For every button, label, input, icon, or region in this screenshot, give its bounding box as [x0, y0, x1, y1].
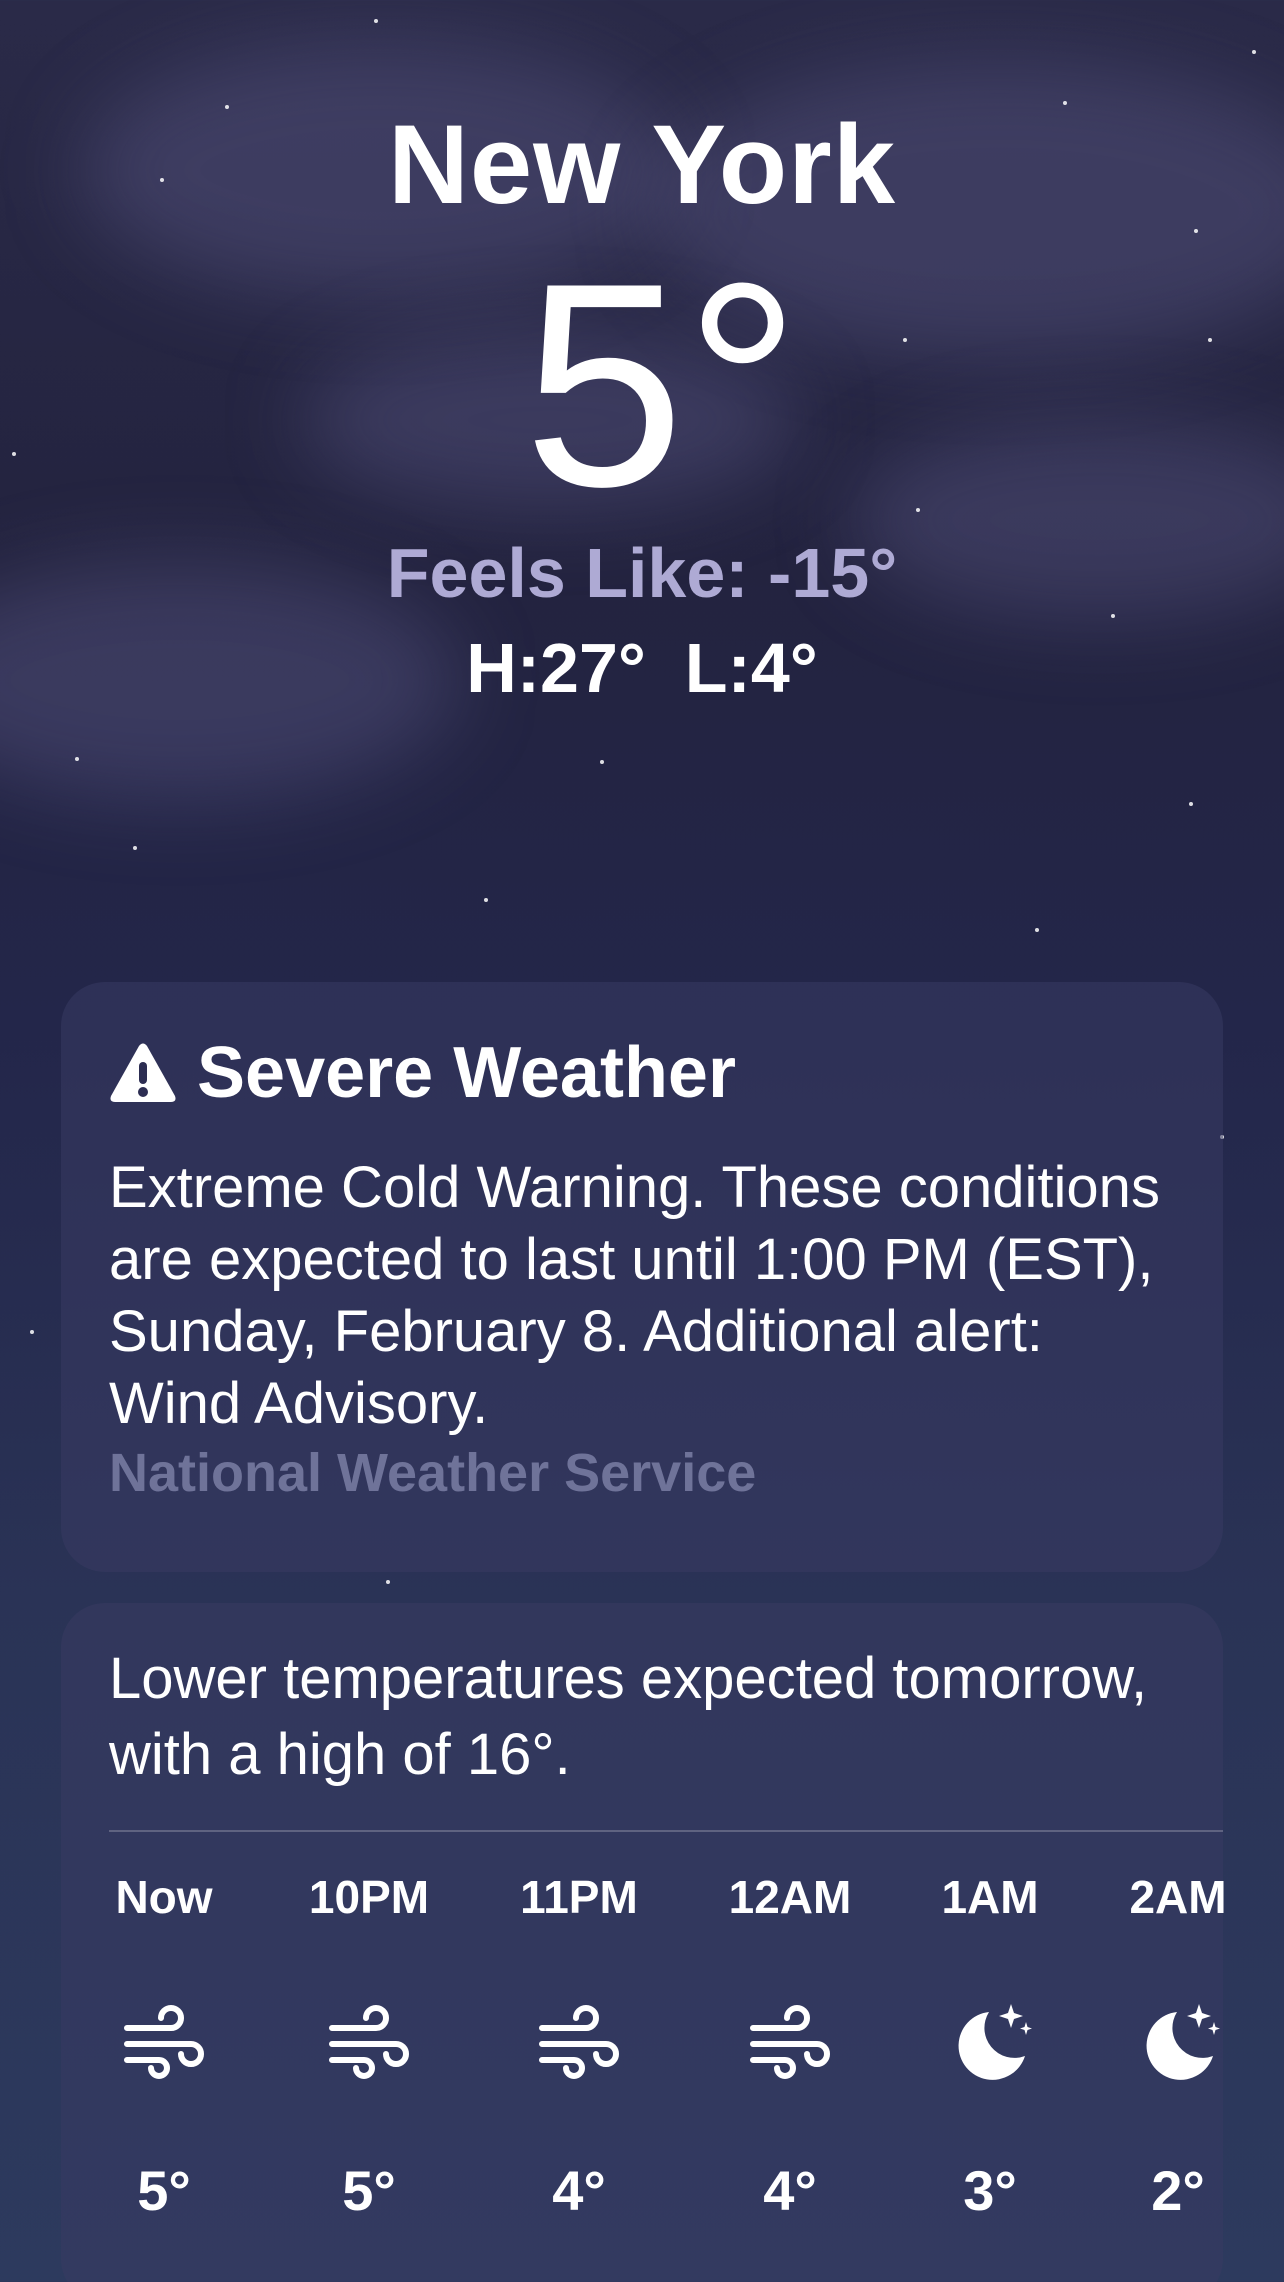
hour-label: Now: [115, 1871, 213, 1923]
hour-temperature: 5°: [137, 2159, 191, 2222]
alert-description: Extreme Cold Warning. These conditions a…: [109, 1155, 1160, 1436]
hour-label: 11PM: [520, 1871, 638, 1923]
moon-stars-icon: [1146, 2004, 1220, 2080]
wind-icon: [539, 2005, 619, 2079]
wind-icon: [124, 2005, 204, 2079]
hour-temperature: 3°: [963, 2159, 1017, 2222]
divider: [109, 1830, 1223, 1832]
hourly-forecast-card[interactable]: Lower temperatures expected tomorrow, wi…: [61, 1603, 1227, 2282]
hour-temperature: 2°: [1151, 2159, 1205, 2222]
feels-like: Feels Like: -15°: [386, 534, 898, 612]
warning-triangle-icon: [110, 1043, 176, 1102]
hour-temperature: 4°: [552, 2159, 606, 2222]
hour-label: 1AM: [941, 1871, 1039, 1923]
hour-label: 2AM: [1129, 1871, 1227, 1923]
alert-title: Severe Weather: [197, 1033, 736, 1113]
hour-label: 10PM: [308, 1871, 430, 1923]
moon-stars-icon: [958, 2004, 1032, 2080]
severe-weather-card[interactable]: Severe Weather Extreme Cold Warning. The…: [61, 982, 1223, 1572]
hour-temperature: 4°: [763, 2159, 817, 2222]
alert-source[interactable]: National Weather Service: [109, 1442, 756, 1504]
current-temperature: 5°: [523, 223, 801, 547]
hourly-scroller[interactable]: Now 5° 10PM 5° 11PM 4° 12AM 4° 1AM 3° 2A…: [61, 1848, 1226, 2282]
hour-label: 12AM: [728, 1871, 852, 1923]
city-name: New York: [387, 102, 897, 227]
hour-temperature: 5°: [342, 2159, 396, 2222]
alert-header: Severe Weather: [109, 1032, 736, 1114]
forecast-summary: Lower temperatures expected tomorrow, wi…: [109, 1646, 1148, 1787]
wind-icon: [329, 2005, 409, 2079]
high-low: H:27° L:4°: [466, 629, 818, 707]
wind-icon: [750, 2005, 830, 2079]
